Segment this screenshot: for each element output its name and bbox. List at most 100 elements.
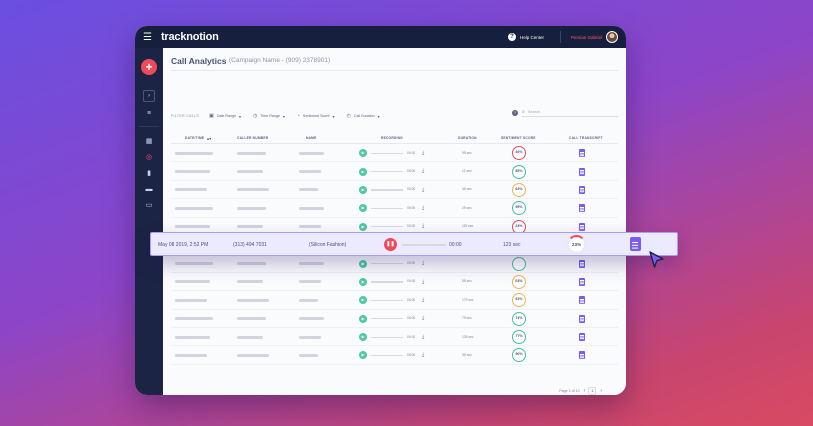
table-row[interactable]: ▶ 00:00 ⤓ 88 sec 63% bbox=[171, 273, 618, 292]
playback-progress[interactable] bbox=[371, 354, 403, 357]
call-duration-filter[interactable]: ◴ Call Duration ▾ bbox=[347, 113, 380, 119]
play-button[interactable]: ▶ bbox=[359, 185, 367, 194]
col-header-sentiment[interactable]: SENTIMENT SCORE bbox=[501, 136, 536, 140]
table-row[interactable]: ▶ 00:00 ⤓ 125 sec 77% bbox=[171, 328, 618, 347]
date-range-filter[interactable]: ▣ Date Range ▾ bbox=[209, 113, 241, 119]
redacted-text bbox=[175, 298, 207, 302]
redacted-text bbox=[299, 353, 318, 357]
list-icon[interactable]: ≡ bbox=[145, 110, 153, 117]
add-button[interactable]: + bbox=[141, 59, 157, 75]
play-button[interactable]: ▶ bbox=[359, 351, 367, 360]
transcript-doc-icon[interactable] bbox=[579, 149, 585, 158]
analytics-search-icon[interactable]: ◎ bbox=[145, 154, 153, 161]
download-icon[interactable]: ⤓ bbox=[422, 168, 424, 174]
download-icon[interactable]: ⤓ bbox=[422, 297, 424, 303]
transcript-doc-icon[interactable] bbox=[630, 237, 641, 251]
download-icon[interactable]: ⤓ bbox=[422, 334, 424, 340]
chevron-down-icon: ▾ bbox=[377, 113, 380, 119]
play-button[interactable]: ▶ bbox=[359, 296, 367, 305]
transcript-doc-icon[interactable] bbox=[579, 277, 585, 286]
table-row[interactable]: ▶ 00:00 ⤓ 95 sec 46% bbox=[171, 144, 618, 163]
playback-progress[interactable] bbox=[371, 226, 403, 228]
download-icon[interactable]: ⤓ bbox=[422, 279, 424, 285]
help-icon[interactable]: ? bbox=[507, 33, 516, 41]
redacted-text bbox=[237, 335, 263, 339]
table-row[interactable]: ▶ 00:00 ⤓ bbox=[171, 254, 618, 273]
transcript-doc-icon[interactable] bbox=[579, 333, 585, 342]
bar-chart-icon[interactable]: ▮ bbox=[145, 170, 153, 177]
page-number[interactable]: 1 bbox=[588, 387, 597, 395]
playback-progress[interactable] bbox=[371, 281, 403, 283]
playback-progress[interactable] bbox=[371, 336, 403, 338]
download-icon[interactable]: ⤓ bbox=[422, 352, 424, 358]
play-button[interactable]: ▶ bbox=[359, 204, 367, 213]
playback-progress[interactable] bbox=[371, 263, 403, 265]
avatar[interactable] bbox=[606, 31, 618, 43]
play-button[interactable]: ▶ bbox=[359, 314, 367, 323]
download-icon[interactable]: ⤓ bbox=[422, 205, 424, 211]
brand-logo[interactable]: tracknotion bbox=[161, 31, 219, 43]
help-icon[interactable]: ? bbox=[512, 110, 518, 116]
play-button[interactable]: ▶ bbox=[359, 259, 367, 268]
col-header-duration[interactable]: DURATION bbox=[458, 136, 477, 140]
pause-button[interactable]: ❚❚ bbox=[384, 238, 397, 251]
transcript-doc-icon[interactable] bbox=[579, 296, 585, 305]
download-icon[interactable]: ⤓ bbox=[422, 150, 424, 156]
play-button[interactable]: ▶ bbox=[359, 277, 367, 286]
download-icon[interactable]: ⤓ bbox=[422, 315, 424, 321]
col-header-transcript[interactable]: CALL TRANSCRIPT bbox=[569, 136, 603, 140]
table-row[interactable]: ▶ 00:00 ⤓ 12 sec 85% bbox=[171, 162, 618, 181]
redacted-text bbox=[299, 335, 321, 339]
playback-progress[interactable] bbox=[371, 318, 403, 320]
col-header-recording[interactable]: RECORDING bbox=[381, 136, 403, 140]
playback-progress[interactable] bbox=[371, 207, 403, 210]
recording-time: 00:00 bbox=[407, 168, 416, 173]
sentiment-score-badge: 46% bbox=[512, 146, 526, 161]
transcript-doc-icon[interactable] bbox=[579, 259, 585, 268]
chevron-left-icon[interactable]: ‹ bbox=[584, 388, 586, 394]
table-row[interactable]: ▶ 00:00 ⤓ 75 sec 74% bbox=[171, 310, 618, 328]
row-duration: 123 sec bbox=[503, 242, 521, 248]
grid-icon[interactable]: ▦ bbox=[145, 138, 153, 145]
download-icon[interactable]: ⤓ bbox=[422, 223, 424, 229]
transcript-doc-icon[interactable] bbox=[579, 167, 585, 176]
filter-text: Call Duration bbox=[353, 114, 375, 118]
chat-icon[interactable]: ▬ bbox=[145, 186, 153, 193]
col-header-name[interactable]: NAME bbox=[306, 136, 317, 140]
transcript-doc-icon[interactable] bbox=[579, 351, 585, 360]
help-center-link[interactable]: Help Center bbox=[520, 35, 544, 40]
table-row[interactable]: ▶ 00:00 ⤓ 179 sec 63% bbox=[171, 291, 618, 310]
time-range-filter[interactable]: ◷ Time Range ▾ bbox=[253, 113, 285, 119]
redacted-text bbox=[175, 206, 213, 210]
download-icon[interactable]: ⤓ bbox=[422, 260, 424, 266]
playback-progress[interactable] bbox=[371, 152, 403, 154]
folder-icon[interactable]: ▭ bbox=[145, 202, 153, 209]
col-header-caller-number[interactable]: CALLER NUMBER bbox=[237, 136, 268, 140]
table-row[interactable]: ▶ 00:00 ⤓ 29 sec 95% bbox=[171, 199, 618, 218]
search-input[interactable]: ⌕ Search bbox=[522, 108, 618, 117]
playback-progress[interactable] bbox=[371, 189, 403, 191]
table-row[interactable]: ▶ 00:00 ⤓ 95 sec 90% bbox=[171, 346, 618, 365]
playback-progress[interactable] bbox=[371, 171, 403, 173]
transcript-doc-icon[interactable] bbox=[579, 222, 585, 231]
play-button[interactable]: ▶ bbox=[359, 222, 367, 231]
play-button[interactable]: ▶ bbox=[359, 149, 367, 158]
highlighted-call-row[interactable]: May 08 2019, 2:52 PM (313) 494 7031 (Sil… bbox=[150, 232, 678, 256]
user-name[interactable]: Persian Gabriel bbox=[571, 35, 602, 40]
transcript-doc-icon[interactable] bbox=[579, 314, 585, 323]
playback-progress[interactable] bbox=[402, 244, 446, 246]
transcript-doc-icon[interactable] bbox=[579, 204, 585, 213]
chevron-right-icon[interactable]: › bbox=[600, 388, 602, 394]
sentiment-score-filter[interactable]: ◔ Sentiment Score ▾ bbox=[297, 113, 335, 119]
play-button[interactable]: ▶ bbox=[359, 333, 367, 342]
play-button[interactable]: ▶ bbox=[359, 167, 367, 176]
transcript-doc-icon[interactable] bbox=[579, 185, 585, 194]
redacted-text bbox=[175, 280, 210, 284]
menu-icon[interactable]: ☰ bbox=[143, 32, 152, 43]
expand-sidebar-button[interactable]: › bbox=[143, 90, 155, 102]
redacted-text bbox=[237, 261, 266, 265]
col-header-datetime[interactable]: DATE/TIME bbox=[185, 136, 204, 140]
playback-progress[interactable] bbox=[371, 299, 403, 301]
table-row[interactable]: ▶ 00:00 ⤓ 45 sec 63% bbox=[171, 181, 618, 200]
download-icon[interactable]: ⤓ bbox=[422, 187, 424, 193]
